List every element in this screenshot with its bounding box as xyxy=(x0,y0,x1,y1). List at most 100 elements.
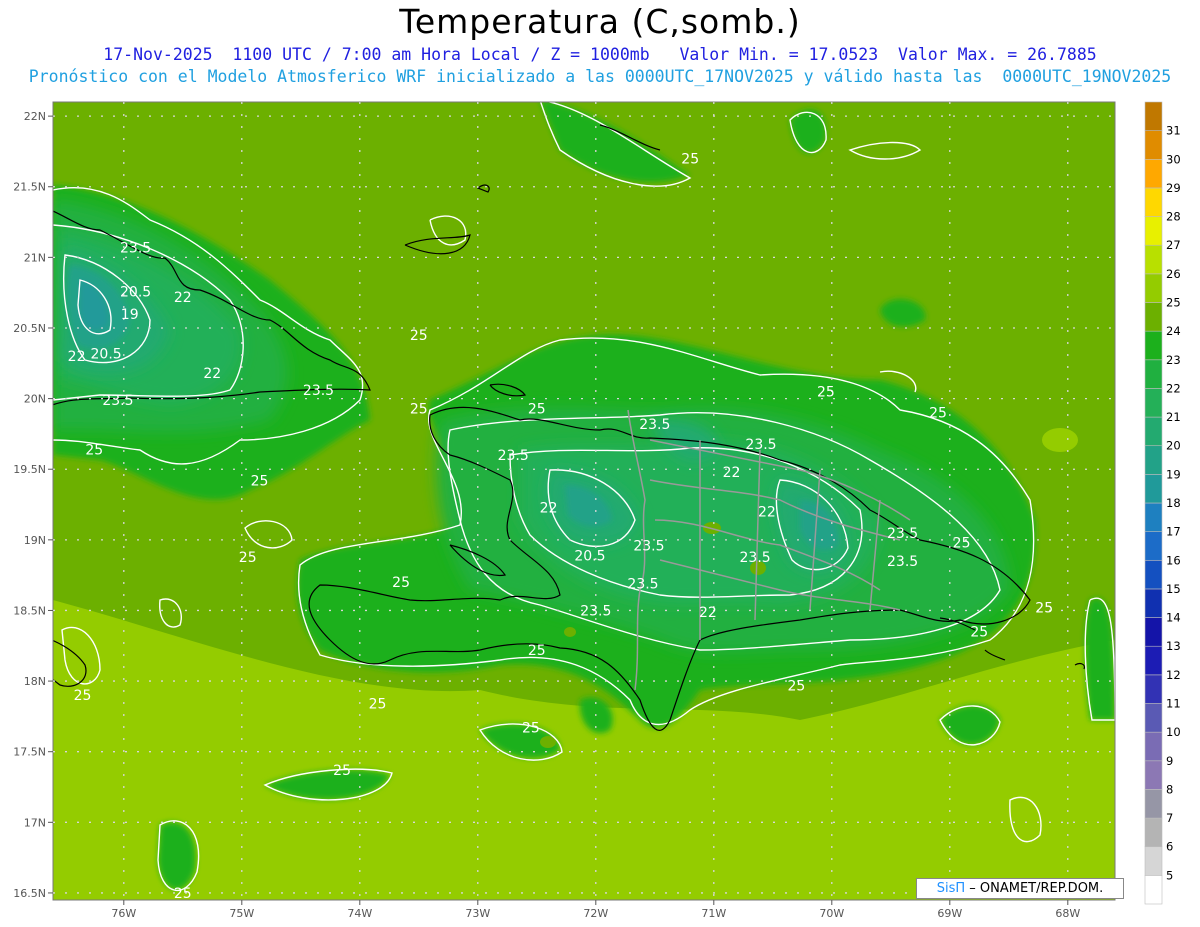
lat-label: 17N xyxy=(24,816,46,829)
longitude-axis: 76W 75W 74W 73W 72W 71W 70W 69W 68W xyxy=(111,900,1080,920)
contour-label: 25 xyxy=(85,442,103,458)
colorbar-swatch xyxy=(1144,388,1163,418)
contour-label: 22 xyxy=(540,500,558,516)
lon-label: 71W xyxy=(701,907,726,920)
temperature-map: 22N 21.5N 21N 20.5N 20N 19.5N 19N 18.5N 18N 17.5N… xyxy=(13,101,1181,920)
colorbar-label: 20 xyxy=(1166,439,1181,453)
contour-label: 25 xyxy=(1035,601,1053,617)
colorbar-label: 7 xyxy=(1166,811,1173,825)
contour-label: 23.5 xyxy=(102,393,133,409)
colorbar-swatch xyxy=(1144,531,1163,561)
colorbar-label: 11 xyxy=(1166,697,1181,711)
colorbar-label: 22 xyxy=(1166,381,1181,395)
colorbar-label: 9 xyxy=(1166,754,1173,768)
colorbar-swatch xyxy=(1144,158,1163,189)
colorbar-swatch xyxy=(1144,731,1163,762)
contour-label: 25 xyxy=(392,575,410,591)
contour-label: 25 xyxy=(953,536,971,552)
contour-label: 20.5 xyxy=(91,346,122,362)
colorbar-swatch xyxy=(1144,273,1163,303)
colorbar-label: 27 xyxy=(1166,238,1181,252)
colorbar-label: 10 xyxy=(1166,725,1181,739)
contour-label: 23.5 xyxy=(498,448,529,464)
contour-label: 25 xyxy=(528,401,546,417)
colorbar-swatch xyxy=(1144,559,1163,590)
colorbar-swatch xyxy=(1144,244,1163,275)
colorbar-label: 5 xyxy=(1166,868,1173,882)
contour-label: 23.5 xyxy=(303,383,334,399)
contour-label: 23.5 xyxy=(580,603,611,619)
colorbar-label: 14 xyxy=(1166,611,1181,625)
colorbar-label: 30 xyxy=(1166,152,1181,166)
lon-label: 75W xyxy=(229,907,254,920)
contour-label: 25 xyxy=(333,763,351,779)
contour-label: 23.5 xyxy=(887,554,918,570)
shaded-field xyxy=(53,102,1115,900)
lat-label: 18N xyxy=(24,675,46,688)
lat-label: 17.5N xyxy=(13,746,46,759)
colorbar-swatch xyxy=(1144,645,1163,676)
contour-label: 25 xyxy=(522,721,540,737)
contour-label: 23.5 xyxy=(887,526,918,542)
lon-label: 73W xyxy=(465,907,490,920)
lat-label: 16.5N xyxy=(13,887,46,900)
colorbar-swatch xyxy=(1144,474,1163,504)
contour-label: 22 xyxy=(758,505,776,521)
contour-label: 22 xyxy=(723,465,741,481)
contour-label: 23.5 xyxy=(740,550,771,566)
colorbar-swatch xyxy=(1144,330,1163,361)
colorbar-swatch xyxy=(1144,674,1163,704)
colorbar-swatch xyxy=(1144,416,1163,447)
lon-label: 70W xyxy=(819,907,844,920)
contour-label: 20.5 xyxy=(574,548,605,564)
colorbar-label: 12 xyxy=(1166,668,1181,682)
contour-label: 22 xyxy=(203,366,221,382)
contour-label: 19 xyxy=(121,307,139,323)
colorbar-label: 23 xyxy=(1166,353,1181,367)
contour-label: 25 xyxy=(410,401,428,417)
colorbar-label: 25 xyxy=(1166,296,1181,310)
colorbar-label: 29 xyxy=(1166,181,1181,195)
colorbar-label: 8 xyxy=(1166,782,1173,796)
contour-label: 25 xyxy=(251,474,269,490)
contour-label: 25 xyxy=(174,886,192,902)
contour-label: 25 xyxy=(410,328,428,344)
lat-label: 19N xyxy=(24,534,46,547)
colorbar-label: 18 xyxy=(1166,496,1181,510)
colorbar-label: 17 xyxy=(1166,525,1181,539)
lat-label: 20N xyxy=(24,393,46,406)
colorbar-swatch xyxy=(1144,359,1163,389)
contour-label: 22 xyxy=(699,605,717,621)
contour-label: 25 xyxy=(787,678,805,694)
colorbar-label: 31 xyxy=(1166,124,1181,138)
colorbar-label: 13 xyxy=(1166,639,1181,653)
contour-label: 23.5 xyxy=(627,577,658,593)
contour-label: 22 xyxy=(68,349,86,365)
colorbar-label: 19 xyxy=(1166,467,1181,481)
colorbar-label: 26 xyxy=(1166,267,1181,281)
lon-label: 76W xyxy=(111,907,136,920)
colorbar-swatch xyxy=(1144,617,1163,647)
latitude-axis: 22N 21.5N 21N 20.5N 20N 19.5N 19N 18.5N 18N 17.5N… xyxy=(13,110,53,900)
lat-label: 21N xyxy=(24,251,46,264)
colorbar-swatch xyxy=(1144,445,1163,475)
contour-label: 25 xyxy=(681,151,699,167)
credit-brand: SisΠ xyxy=(936,881,966,896)
lat-label: 19.5N xyxy=(13,463,46,476)
contour-label: 23.5 xyxy=(745,437,776,453)
colorbar-swatch xyxy=(1144,760,1163,790)
credit-box: SisΠ – ONAMET/REP.DOM. xyxy=(916,878,1124,899)
contour-label: 23.5 xyxy=(120,240,151,256)
lat-label: 22N xyxy=(24,110,46,123)
colorbar-label: 6 xyxy=(1166,840,1173,854)
colorbar-swatch xyxy=(1144,216,1163,246)
colorbar-swatch xyxy=(1144,846,1163,876)
colorbar-swatch xyxy=(1144,875,1163,905)
contour-label: 22 xyxy=(174,290,192,306)
contour-label: 23.5 xyxy=(639,417,670,433)
contour-label: 25 xyxy=(528,643,546,659)
lon-label: 74W xyxy=(347,907,372,920)
colorbar-swatch xyxy=(1144,101,1163,131)
lon-label: 72W xyxy=(583,907,608,920)
contour-label: 25 xyxy=(369,697,387,713)
